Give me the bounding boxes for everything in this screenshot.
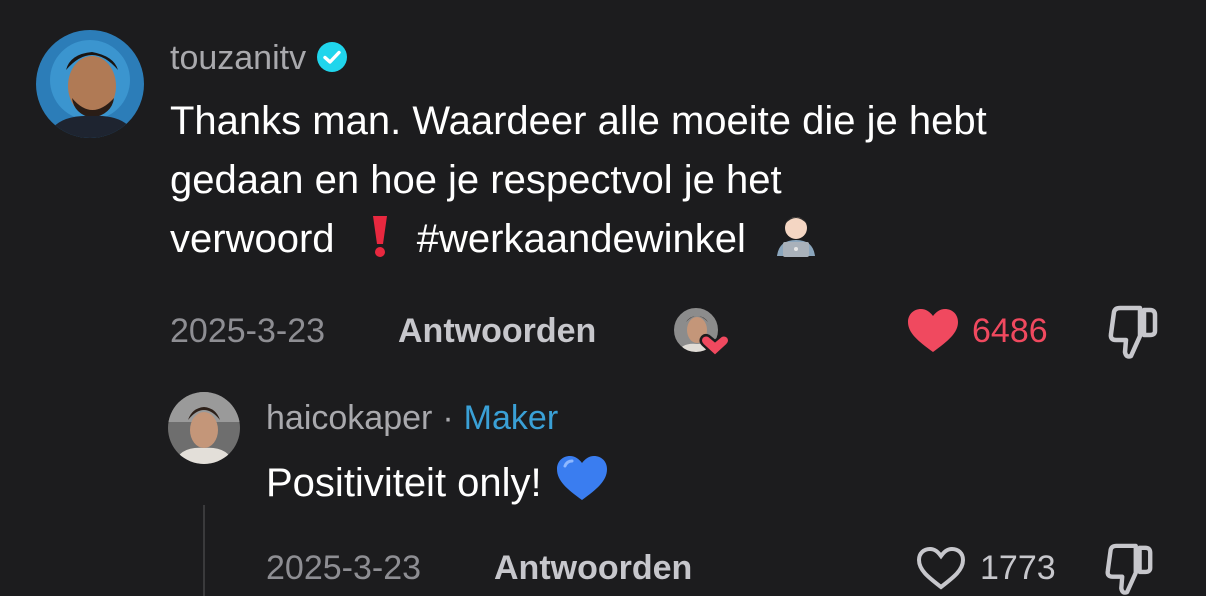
reply-like-count: 1773	[980, 549, 1056, 587]
comment-reply-button[interactable]: Antwoorden	[398, 314, 596, 348]
reply-text-row: Positiviteit only!	[266, 454, 1166, 519]
reply-username[interactable]: haicokaper	[266, 399, 432, 437]
comment-like-count: 6486	[972, 312, 1048, 350]
reply-reply-button[interactable]: Antwoorden	[494, 551, 692, 585]
comment-date: 2025-3-23	[170, 312, 326, 350]
red-exclamation-icon	[364, 214, 396, 275]
separator-dot: ·	[442, 399, 454, 437]
like-heart-outline-icon[interactable]	[916, 546, 966, 590]
blue-heart-icon	[555, 454, 609, 519]
dislike-thumbs-down-icon[interactable]	[1106, 304, 1160, 360]
commenter-username[interactable]: touzanitv	[170, 41, 348, 79]
reply-date: 2025-3-23	[266, 549, 422, 587]
comment-text-line-3: verwoord #werkaandewinkel	[170, 210, 1170, 275]
commenter-avatar[interactable]	[36, 30, 144, 138]
creator-liked-avatar-icon	[672, 306, 732, 358]
reply-username-row: haicokaper · Maker	[266, 401, 558, 435]
reply-avatar[interactable]	[168, 392, 240, 464]
comment-text-line-2: gedaan en hoe je respectvol je het	[170, 158, 782, 202]
comment-text-line-1: Thanks man. Waardeer alle moeite die je …	[170, 99, 987, 143]
creator-badge: Maker	[463, 399, 559, 437]
hashtag-link[interactable]: #werkaandewinkel	[417, 217, 746, 261]
comment-text-line-3-start: verwoord	[170, 217, 335, 261]
man-technologist-icon	[771, 212, 821, 275]
verified-badge-icon	[316, 41, 348, 79]
username-text: touzanitv	[170, 39, 307, 77]
reply-dislike-thumbs-down-icon[interactable]	[1102, 542, 1156, 596]
comment-text: Thanks man. Waardeer alle moeite die je …	[170, 92, 1170, 275]
like-heart-filled-icon[interactable]	[906, 308, 960, 354]
reply-text: Positiviteit only!	[266, 461, 542, 505]
thread-connector-line	[203, 505, 205, 596]
